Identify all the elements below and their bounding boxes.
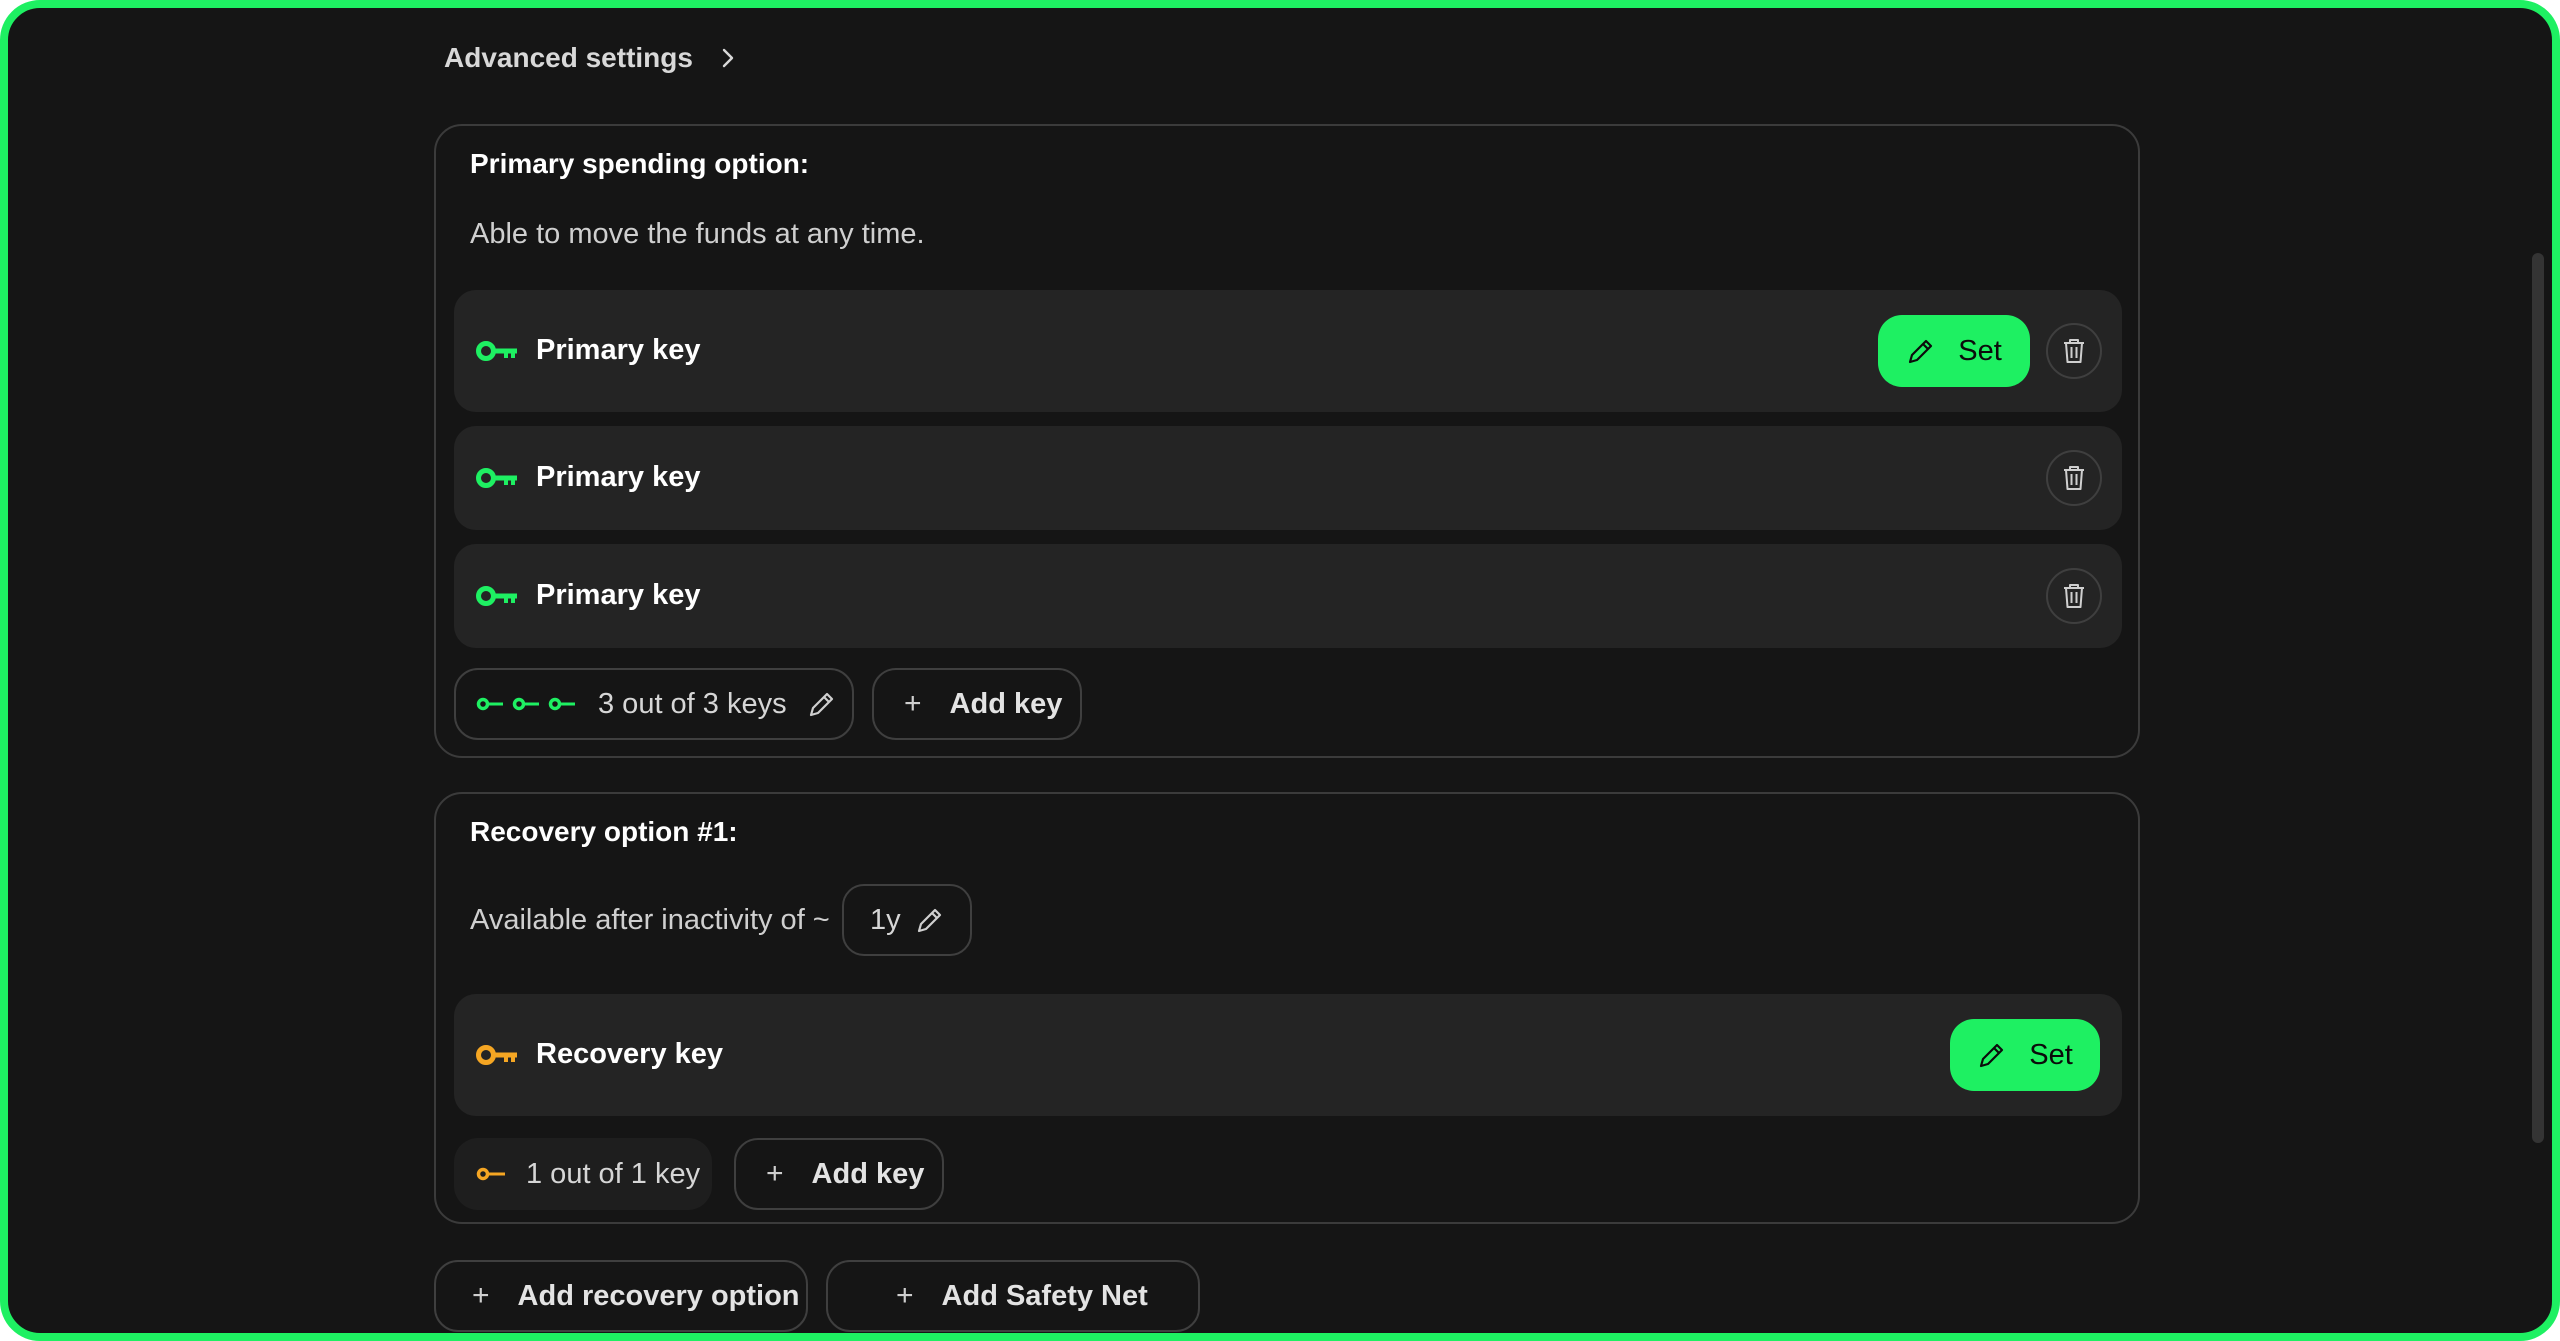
- key-row: Primary key: [454, 426, 2122, 530]
- add-recovery-option-label: Add recovery option: [517, 1279, 800, 1312]
- card-title: Recovery option #1:: [470, 816, 738, 847]
- advanced-settings-label: Advanced settings: [444, 42, 693, 73]
- threshold-label: 3 out of 3 keys: [598, 687, 787, 720]
- threshold-display: 1 out of 1 key: [454, 1138, 712, 1210]
- threshold-edit-button[interactable]: 3 out of 3 keys: [454, 668, 854, 740]
- key-icon: [476, 341, 517, 361]
- key-row: Recovery key Set: [454, 994, 2122, 1116]
- add-key-button[interactable]: + Add key: [734, 1138, 944, 1210]
- add-key-label: Add key: [949, 687, 1063, 720]
- card-description: Able to move the funds at any time.: [470, 218, 925, 250]
- set-key-button[interactable]: Set: [1950, 1019, 2100, 1091]
- recovery-option-card: Recovery option #1: Available after inac…: [434, 792, 2140, 1224]
- inactivity-value: 1y: [870, 903, 901, 936]
- pencil-icon: [809, 692, 833, 717]
- key-icon: [476, 1167, 505, 1181]
- inactivity-edit-button[interactable]: 1y: [842, 884, 972, 956]
- set-key-label: Set: [2029, 1038, 2073, 1071]
- threshold-label: 1 out of 1 key: [526, 1157, 701, 1190]
- set-key-label: Set: [1958, 334, 2002, 367]
- pencil-icon: [1980, 1043, 2004, 1068]
- plus-icon: +: [896, 1279, 914, 1312]
- key-icon: [476, 468, 517, 488]
- key-icon: [476, 1045, 517, 1065]
- add-recovery-option-button[interactable]: + Add recovery option: [434, 1260, 808, 1332]
- delete-key-button[interactable]: [2046, 568, 2102, 624]
- add-key-label: Add key: [811, 1157, 925, 1190]
- scrollbar[interactable]: [2532, 253, 2544, 1143]
- chevron-right-icon: [722, 48, 734, 68]
- card-title: Primary spending option:: [470, 148, 810, 179]
- key-label: Recovery key: [536, 1038, 724, 1070]
- pencil-icon: [1909, 339, 1933, 364]
- set-key-button[interactable]: Set: [1878, 315, 2030, 387]
- delete-key-button[interactable]: [2046, 450, 2102, 506]
- add-safety-net-label: Add Safety Net: [941, 1279, 1148, 1312]
- key-icon: [476, 586, 517, 606]
- trash-icon: [2064, 584, 2084, 608]
- advanced-settings-toggle[interactable]: Advanced settings: [444, 42, 739, 74]
- trash-icon: [2064, 339, 2084, 363]
- pencil-icon: [917, 908, 941, 933]
- trash-icon: [2064, 466, 2084, 490]
- primary-spending-card: Primary spending option: Able to move th…: [434, 124, 2140, 758]
- key-row: Primary key Set: [454, 290, 2122, 412]
- delete-key-button[interactable]: [2046, 323, 2102, 379]
- plus-icon: +: [904, 687, 922, 720]
- key-label: Primary key: [536, 579, 701, 611]
- add-safety-net-button[interactable]: + Add Safety Net: [826, 1260, 1200, 1332]
- plus-icon: +: [472, 1279, 490, 1312]
- key-label: Primary key: [536, 334, 701, 366]
- add-key-button[interactable]: + Add key: [872, 668, 1082, 740]
- plus-icon: +: [766, 1157, 784, 1190]
- key-label: Primary key: [536, 461, 701, 493]
- key-row: Primary key: [454, 544, 2122, 648]
- key-icon: [476, 697, 575, 711]
- app-window: Advanced settings Primary spending optio…: [0, 0, 2560, 1341]
- card-description: Available after inactivity of ~: [470, 904, 830, 936]
